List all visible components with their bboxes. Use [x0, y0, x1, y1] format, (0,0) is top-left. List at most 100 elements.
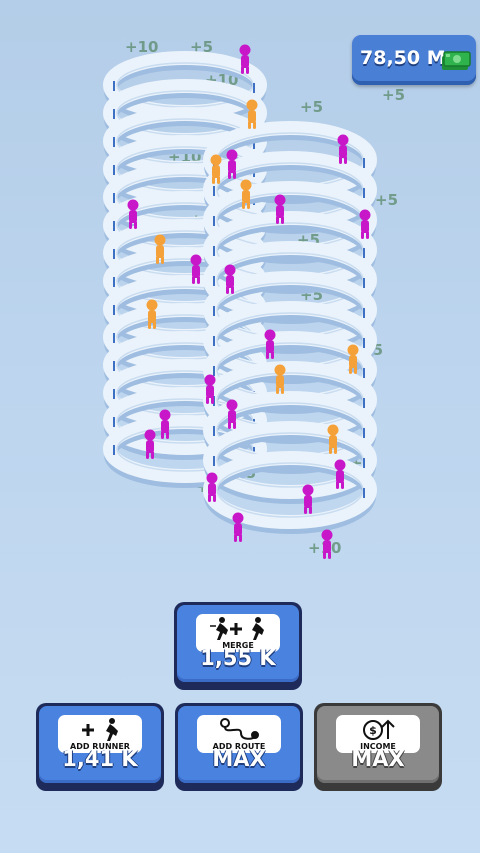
runner	[274, 364, 286, 394]
runner-leg	[239, 534, 242, 542]
runner-head	[159, 409, 171, 421]
runner-head	[274, 194, 286, 206]
runner-leg	[354, 366, 357, 374]
runner-head	[337, 134, 349, 146]
runner-leg	[323, 551, 326, 559]
runner-leg	[211, 396, 214, 404]
money-counter: 78,50 M	[352, 35, 476, 85]
runner-leg	[329, 446, 332, 454]
runner-leg	[151, 451, 154, 459]
runner	[302, 484, 314, 514]
runner-leg	[192, 276, 195, 284]
merge-runners-icon	[210, 617, 264, 640]
runner-leg	[281, 386, 284, 394]
income-icon: $	[363, 719, 395, 740]
runner-leg	[304, 506, 307, 514]
runner-leg	[234, 534, 237, 542]
add-route-button-face: ADD ROUTE MAX	[178, 706, 300, 783]
runner-leg	[339, 156, 342, 164]
runner-head	[232, 512, 244, 524]
runner-head	[347, 344, 359, 356]
money-value: 78,50 M	[360, 47, 446, 69]
runner-leg	[134, 221, 137, 229]
runner-leg	[334, 446, 337, 454]
floating-bonus-text: +5	[300, 98, 323, 116]
runner	[232, 512, 244, 542]
runner-head	[334, 459, 346, 471]
runner-head	[239, 44, 251, 56]
route-icon	[220, 718, 259, 740]
runner-leg	[276, 216, 279, 224]
runner-leg	[328, 551, 331, 559]
runner-leg	[166, 431, 169, 439]
runner-head	[210, 154, 222, 166]
cash-stack-icon	[442, 51, 471, 70]
floating-bonus-text: +10	[125, 38, 158, 56]
runner-leg	[246, 66, 249, 74]
runner-leg	[233, 421, 236, 429]
runner-head	[206, 472, 218, 484]
runner-head	[240, 179, 252, 191]
runner-head	[190, 254, 202, 266]
runner-leg	[366, 231, 369, 239]
runner	[264, 329, 276, 359]
right-spiral-tower	[203, 121, 377, 534]
add-runner-price: 1,41 K	[62, 747, 138, 771]
runner-leg	[247, 201, 250, 209]
runner-head	[226, 149, 238, 161]
runner-head	[302, 484, 314, 496]
merge-price: 1,55 K	[200, 646, 276, 670]
runner-leg	[228, 421, 231, 429]
runner-leg	[248, 121, 251, 129]
spiral-track-scene: +10+5+10+5+5+10+5+5+5+5+10+5+5+5+5+5+5+5…	[103, 38, 405, 559]
runner-head	[359, 209, 371, 221]
runner-leg	[156, 256, 159, 264]
runner-head	[154, 234, 166, 246]
add-runner-button-face: ADD RUNNER 1,41 K	[39, 706, 161, 783]
runner-head	[224, 264, 236, 276]
add-route-button[interactable]: ADD ROUTE MAX	[175, 703, 303, 791]
runner-leg	[271, 351, 274, 359]
runner-leg	[349, 366, 352, 374]
runner-leg	[233, 171, 236, 179]
runner-leg	[148, 321, 151, 329]
runner-leg	[146, 451, 149, 459]
runner-head	[127, 199, 139, 211]
merge-button[interactable]: MERGE 1,55 K	[174, 602, 302, 690]
add-runner-button[interactable]: ADD RUNNER 1,41 K	[36, 703, 164, 791]
add-runner-icon	[82, 718, 118, 741]
runner-leg	[344, 156, 347, 164]
runner-head	[274, 364, 286, 376]
runner-leg	[197, 276, 200, 284]
income-button[interactable]: $ INCOME MAX	[314, 703, 442, 791]
runner-leg	[212, 176, 215, 184]
runner-leg	[253, 121, 256, 129]
runner-leg	[309, 506, 312, 514]
runner-leg	[206, 396, 209, 404]
merge-button-face: MERGE 1,55 K	[177, 605, 299, 682]
runner-head	[327, 424, 339, 436]
runner-leg	[213, 494, 216, 502]
runner-leg	[161, 431, 164, 439]
runner-leg	[208, 494, 211, 502]
runner-leg	[228, 171, 231, 179]
runner	[327, 424, 339, 454]
runner-leg	[361, 231, 364, 239]
runner-leg	[153, 321, 156, 329]
runner-head	[264, 329, 276, 341]
svg-text:$: $	[369, 724, 377, 737]
income-button-face: $ INCOME MAX	[317, 706, 439, 783]
floating-bonus-text: +5	[375, 191, 398, 209]
runner-leg	[341, 481, 344, 489]
runner-leg	[217, 176, 220, 184]
runner-head	[204, 374, 216, 386]
income-price: MAX	[351, 747, 405, 771]
runner-head	[146, 299, 158, 311]
runner-leg	[336, 481, 339, 489]
runner-leg	[241, 66, 244, 74]
runner-head	[246, 99, 258, 111]
runner-head	[144, 429, 156, 441]
runner-leg	[129, 221, 132, 229]
runner-leg	[226, 286, 229, 294]
floating-bonus-text: +5	[382, 86, 405, 104]
